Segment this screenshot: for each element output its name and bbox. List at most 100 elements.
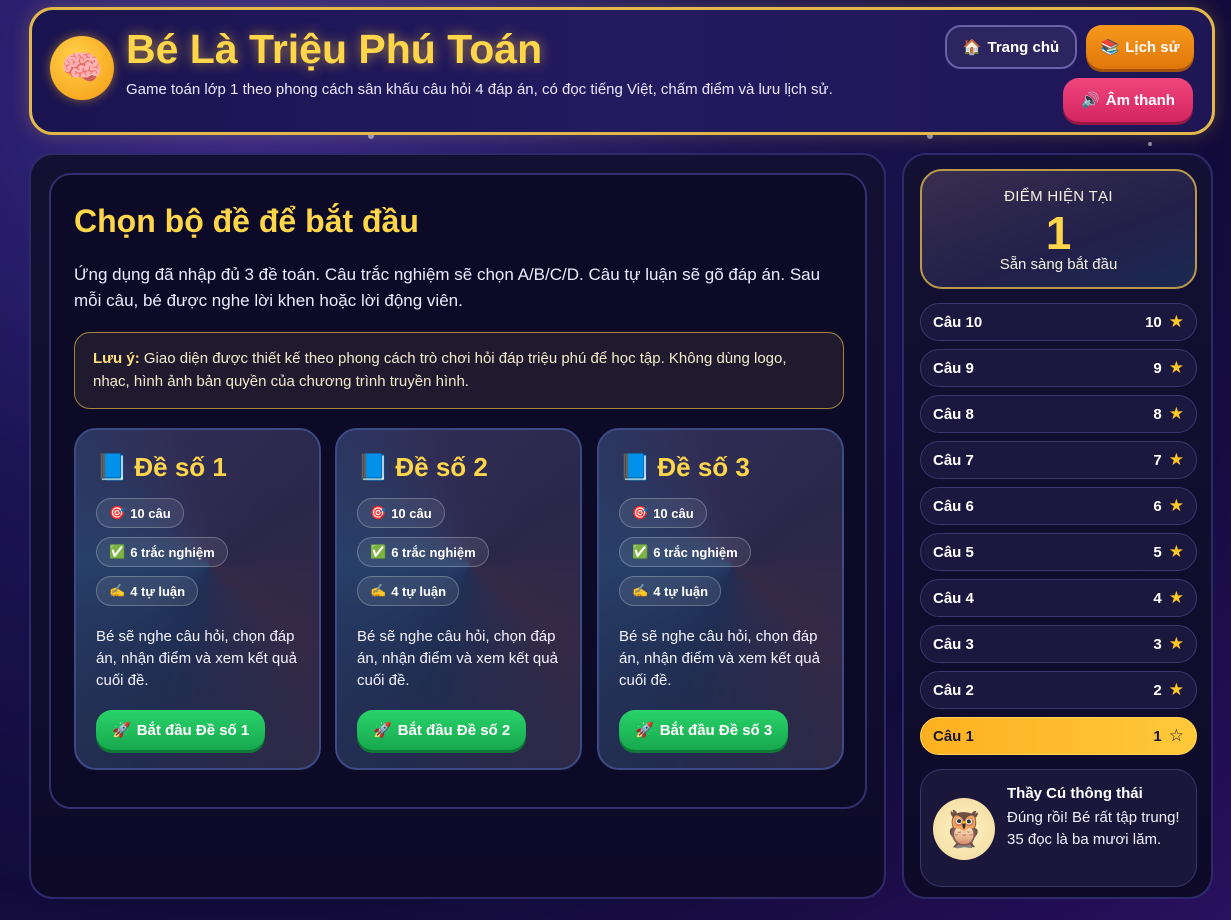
ladder-rung-label: Câu 1 — [933, 727, 974, 745]
ladder-rung: Câu 2 2 ★ — [920, 671, 1197, 709]
star-icon: ★ — [1168, 312, 1184, 331]
history-button[interactable]: 📚 Lịch sử — [1086, 25, 1194, 69]
mascot-box: 🦉 Thầy Cú thông thái Đúng rồi! Bé rất tậ… — [920, 769, 1197, 887]
writing-hand-icon: ✍️ — [370, 583, 387, 598]
ladder-rung: Câu 1 1 ☆ — [920, 717, 1197, 755]
check-icon: ✅ — [370, 544, 387, 559]
chip-label: 6 trắc nghiệm — [653, 544, 738, 560]
home-button[interactable]: 🏠 Trang chủ — [945, 25, 1077, 69]
essay-chip: ✍️ 4 tự luận — [619, 576, 722, 606]
question-count-chip: 🎯 10 câu — [619, 498, 707, 528]
brain-icon: 🧠 — [50, 36, 114, 100]
ladder-rung: Câu 5 5 ★ — [920, 533, 1197, 571]
sparkle-dot — [1148, 142, 1152, 146]
sound-button[interactable]: 🔊 Âm thanh — [1063, 78, 1193, 122]
chip-label: 4 tự luận — [653, 583, 709, 599]
multiple-choice-chip: ✅ 6 trắc nghiệm — [357, 537, 489, 567]
book-icon: 📘 — [619, 452, 652, 482]
sound-button-label: Âm thanh — [1105, 91, 1175, 109]
section-title: Chọn bộ đề để bắt đầu — [74, 203, 419, 239]
multiple-choice-chip: ✅ 6 trắc nghiệm — [619, 537, 751, 567]
points-value: 6 — [1153, 497, 1162, 515]
exam-card-2: 📘 Đề số 2 🎯 10 câu ✅ 6 trắc nghiệm ✍️ 4 tự l… — [335, 428, 582, 770]
rocket-icon: 🚀 — [635, 722, 654, 739]
start-exam-1-button[interactable]: 🚀 Bắt đầu Đề số 1 — [96, 710, 266, 750]
target-icon: 🎯 — [109, 505, 126, 520]
ladder-rung-points: 8 ★ — [1153, 404, 1184, 424]
mascot-name: Thầy Cú thông thái — [1007, 785, 1143, 802]
ladder-rung-label: Câu 7 — [933, 451, 974, 469]
ladder-rung: Câu 4 4 ★ — [920, 579, 1197, 617]
exam-selection-panel: Chọn bộ đề để bắt đầu Ứng dụng đã nhập đ… — [49, 173, 867, 809]
exam-card-description: Bé sẽ nghe câu hỏi, chọn đáp án, nhận đi… — [619, 628, 820, 689]
start-exam-3-button[interactable]: 🚀 Bắt đầu Đề số 3 — [619, 710, 789, 750]
writing-hand-icon: ✍️ — [109, 583, 126, 598]
points-value: 1 — [1153, 727, 1162, 745]
star-icon: ☆ — [1168, 726, 1184, 745]
score-status: Sẵn sàng bắt đầu — [999, 256, 1118, 273]
chip-label: 10 câu — [653, 505, 694, 521]
star-icon: ★ — [1168, 634, 1184, 653]
target-icon: 🎯 — [370, 505, 387, 520]
exam-card-1: 📘 Đề số 1 🎯 10 câu ✅ 6 trắc nghiệm ✍️ 4 tự l… — [74, 428, 321, 770]
sidebar: ĐIỂM HIỆN TẠI 1 Sẵn sàng bắt đầu Câu 10 1… — [902, 153, 1213, 899]
mascot-message: Đúng rồi! Bé rất tập trung! 35 đọc là ba… — [1007, 809, 1180, 848]
ladder-rung: Câu 8 8 ★ — [920, 395, 1197, 433]
points-value: 4 — [1153, 589, 1162, 607]
star-icon: ★ — [1168, 358, 1184, 377]
points-value: 10 — [1145, 313, 1162, 331]
history-button-label: Lịch sử — [1125, 38, 1180, 56]
ladder-rung: Câu 7 7 ★ — [920, 441, 1197, 479]
start-exam-2-button[interactable]: 🚀 Bắt đầu Đề số 2 — [357, 710, 527, 750]
essay-chip: ✍️ 4 tự luận — [96, 576, 199, 606]
app-subtitle: Game toán lớp 1 theo phong cách sân khấu… — [126, 81, 833, 98]
star-icon: ★ — [1168, 542, 1184, 561]
rocket-icon: 🚀 — [373, 722, 392, 739]
exam-card-title-text: Đề số 2 — [395, 452, 488, 482]
ladder-rung-label: Câu 8 — [933, 405, 974, 423]
points-value: 8 — [1153, 405, 1162, 423]
chip-label: 10 câu — [130, 505, 171, 521]
ladder-rung: Câu 9 9 ★ — [920, 349, 1197, 387]
ladder-rung-points: 5 ★ — [1153, 542, 1184, 562]
current-score-box: ĐIỂM HIỆN TẠI 1 Sẵn sàng bắt đầu — [920, 169, 1197, 289]
ladder-rung-label: Câu 2 — [933, 681, 974, 699]
chip-label: 10 câu — [391, 505, 432, 521]
chip-label: 6 trắc nghiệm — [391, 544, 476, 560]
essay-chip: ✍️ 4 tự luận — [357, 576, 460, 606]
exam-card-description: Bé sẽ nghe câu hỏi, chọn đáp án, nhận đi… — [96, 628, 297, 689]
star-icon: ★ — [1168, 450, 1184, 469]
start-button-label: Bắt đầu Đề số 2 — [397, 721, 511, 739]
app-title: Bé Là Triệu Phú Toán — [126, 26, 543, 72]
star-icon: ★ — [1168, 588, 1184, 607]
writing-hand-icon: ✍️ — [632, 583, 649, 598]
star-icon: ★ — [1168, 496, 1184, 515]
star-icon: ★ — [1168, 680, 1184, 699]
check-icon: ✅ — [632, 544, 649, 559]
note-box: Lưu ý: Giao diện được thiết kế theo phon… — [74, 332, 844, 409]
chip-label: 4 tự luận — [391, 583, 447, 599]
owl-icon: 🦉 — [933, 798, 995, 860]
ladder-rung-label: Câu 6 — [933, 497, 974, 515]
start-button-label: Bắt đầu Đề số 1 — [136, 721, 250, 739]
multiple-choice-chip: ✅ 6 trắc nghiệm — [96, 537, 228, 567]
points-value: 7 — [1153, 451, 1162, 469]
check-icon: ✅ — [109, 544, 126, 559]
exam-card-title-text: Đề số 1 — [134, 452, 227, 482]
target-icon: 🎯 — [632, 505, 649, 520]
ladder-rung-label: Câu 9 — [933, 359, 974, 377]
book-icon: 📘 — [357, 452, 390, 482]
star-icon: ★ — [1168, 404, 1184, 423]
ladder-rung-points: 6 ★ — [1153, 496, 1184, 516]
start-button-label: Bắt đầu Đề số 3 — [659, 721, 773, 739]
home-button-label: Trang chủ — [987, 38, 1060, 56]
ladder-rung-points: 1 ☆ — [1153, 726, 1184, 746]
question-count-chip: 🎯 10 câu — [357, 498, 445, 528]
chip-label: 4 tự luận — [130, 583, 186, 599]
question-count-chip: 🎯 10 câu — [96, 498, 184, 528]
ladder-rung-points: 2 ★ — [1153, 680, 1184, 700]
main-panel: Chọn bộ đề để bắt đầu Ứng dụng đã nhập đ… — [29, 153, 886, 899]
chip-label: 6 trắc nghiệm — [130, 544, 215, 560]
ladder-rung-points: 7 ★ — [1153, 450, 1184, 470]
points-value: 9 — [1153, 359, 1162, 377]
